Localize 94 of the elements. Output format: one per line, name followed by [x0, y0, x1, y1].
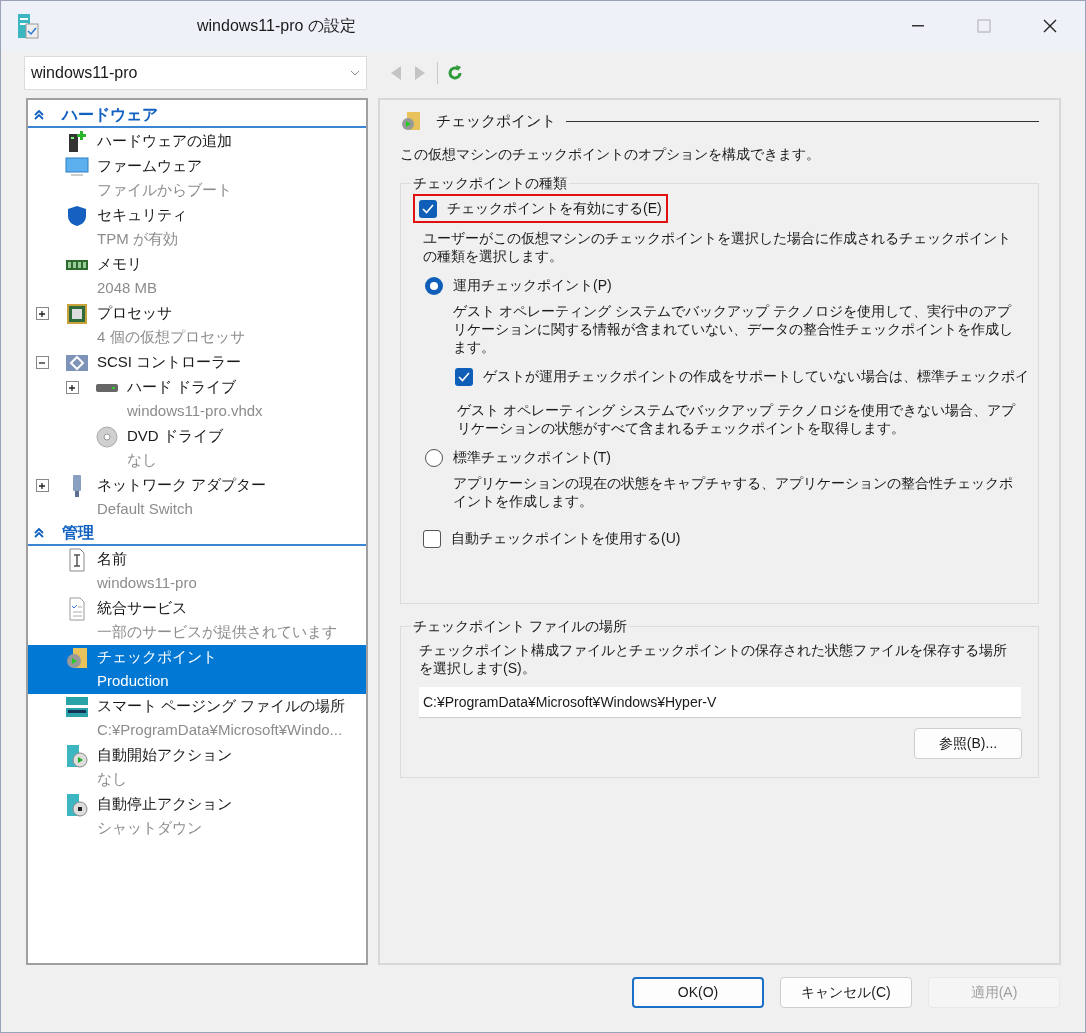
vm-dropdown[interactable]: windows11-pro: [24, 56, 367, 90]
option-label: 標準チェックポイント(T): [453, 448, 611, 467]
item-label: 名前: [97, 549, 127, 570]
item-label: ハード ドライブ: [127, 377, 237, 398]
tree-item[interactable]: ハードウェアの追加: [28, 129, 366, 154]
item-label: セキュリティ: [97, 205, 187, 226]
enable-checkpoints-label: チェックポイントを有効にする(E): [447, 199, 662, 218]
settings-app-icon: [17, 13, 39, 39]
monitor-icon: [65, 154, 89, 179]
item-detail: Default Switch: [96, 499, 194, 519]
item-label: ハードウェアの追加: [97, 131, 232, 152]
tree-item[interactable]: メモリ 2048 MB: [28, 252, 366, 301]
memory-module-icon: [65, 259, 89, 270]
tree-item[interactable]: スマート ページング ファイルの場所 C:¥ProgramData¥Microsoft¥Windo...: [28, 694, 366, 743]
description-text: ゲスト オペレーティング システムでバックアップ テクノロジを使用して、実行中のアプリケーションに関する情報が含まれていない、データの整合性チェックポイントを作成します。: [453, 302, 1014, 356]
expand-icon[interactable]: [36, 479, 49, 492]
minimize-icon: [912, 25, 924, 27]
item-detail: 一部のサービスが提供されています: [96, 622, 338, 642]
description-text: アプリケーションの現在の状態をキャプチャする、アプリケーションの整合性チェックポイントを作成します。: [453, 474, 1014, 510]
automatic-checkpoints-label: 自動チェックポイントを使用する(U): [451, 529, 681, 548]
checkmark-icon: [458, 371, 470, 382]
item-label: SCSI コントローラー: [97, 352, 242, 373]
tree-item[interactable]: 自動開始アクション なし: [28, 743, 366, 792]
radio-button[interactable]: [425, 276, 443, 295]
expand-icon[interactable]: [36, 307, 49, 320]
expand-icon[interactable]: [66, 381, 79, 394]
tree-item[interactable]: 自動停止アクション シャットダウン: [28, 792, 366, 841]
section-header[interactable]: 管理: [28, 522, 366, 546]
browse-button[interactable]: 参照(B)...: [914, 728, 1022, 759]
description-text: ユーザーがこの仮想マシンのチェックポイントを選択した場合に作成されるチェックポイントの種類を選択します。: [423, 229, 1012, 265]
section-header[interactable]: ハードウェア: [28, 104, 366, 128]
item-label: ファームウェア: [97, 156, 202, 177]
collapse-icon[interactable]: [36, 356, 49, 369]
tree-item[interactable]: SCSI コントローラー: [28, 350, 366, 375]
tree-item[interactable]: ネットワーク アダプター Default Switch: [28, 473, 366, 522]
folder-timer-icon: [65, 645, 89, 670]
item-label: チェックポイント: [97, 647, 217, 668]
item-label: プロセッサ: [97, 303, 172, 324]
item-label: DVD ドライブ: [127, 426, 223, 447]
description-text: チェックポイント構成ファイルとチェックポイントの保存された状態ファイルを保存する場所を選択します(S)。: [419, 641, 1008, 677]
disc-icon: [95, 424, 119, 449]
tree-item[interactable]: DVD ドライブ なし: [28, 424, 366, 473]
tree-item[interactable]: セキュリティ TPM が有効: [28, 203, 366, 252]
checkbox[interactable]: [455, 367, 473, 386]
panel-title: チェックポイント: [436, 110, 556, 131]
shield-icon: [65, 203, 89, 228]
tree-item[interactable]: ハード ドライブ windows11-pro.vhdx: [28, 375, 366, 424]
item-detail: 2048 MB: [96, 278, 159, 298]
window-title: windows11-pro の設定: [197, 16, 356, 36]
item-label: 自動停止アクション: [97, 794, 232, 815]
tree-item[interactable]: 統合サービス 一部のサービスが提供されています: [28, 596, 366, 645]
dialog-button[interactable]: キャンセル(C): [780, 977, 912, 1008]
path-field[interactable]: C:¥ProgramData¥Microsoft¥Windows¥Hyper-V: [419, 687, 1021, 718]
item-detail: TPM が有効: [96, 229, 179, 249]
option-label: 運用チェックポイント(P): [453, 276, 612, 295]
tree-item[interactable]: 名前 windows11-pro: [28, 547, 366, 596]
item-label: ネットワーク アダプター: [97, 475, 267, 496]
server-play-icon: [65, 743, 89, 768]
group-legend: チェックポイントの種類: [411, 173, 569, 193]
processor-icon: [65, 301, 89, 326]
item-label: スマート ページング ファイルの場所: [97, 696, 346, 717]
checkbox[interactable]: [419, 199, 437, 218]
chevron-down-icon: [350, 70, 360, 76]
item-detail: なし: [96, 769, 128, 789]
item-detail: シャットダウン: [96, 818, 203, 838]
checkbox[interactable]: [423, 529, 441, 548]
refresh-icon[interactable]: [446, 64, 464, 82]
item-detail: Production: [96, 671, 170, 691]
radio-button[interactable]: [425, 448, 443, 467]
item-detail: windows11-pro.vhdx: [126, 401, 264, 421]
item-label: 統合サービス: [97, 598, 187, 619]
description-text: ゲスト オペレーティング システムでバックアップ テクノロジを使用できない場合、アプリケーションの状態がすべて含まれるチェックポイントを取得します。: [457, 401, 1017, 437]
item-label: メモリ: [97, 254, 142, 275]
tree-item[interactable]: チェックポイント Production: [28, 645, 366, 694]
server-stop-icon: [65, 792, 89, 817]
collapse-chevron-icon: [34, 528, 44, 538]
memory-files-icon: [65, 694, 89, 719]
tree-item[interactable]: プロセッサ 4 個の仮想プロセッサ: [28, 301, 366, 350]
hard-drive-icon: [95, 383, 119, 392]
group-legend: チェックポイント ファイルの場所: [411, 616, 629, 636]
item-detail: windows11-pro: [96, 573, 198, 593]
collapse-chevron-icon: [34, 110, 44, 120]
folder-timer-icon: [400, 110, 422, 132]
checkmark-icon: [422, 203, 434, 214]
fallback-checkbox-label: ゲストが運用チェックポイントの作成をサポートしていない場合は、標準チェックポイ: [483, 367, 1029, 386]
item-detail: ファイルからブート: [96, 180, 233, 200]
item-detail: なし: [126, 450, 158, 470]
intro-text: この仮想マシンのチェックポイントのオプションを構成できます。: [400, 145, 821, 164]
item-detail: C:¥ProgramData¥Microsoft¥Windo...: [96, 720, 344, 740]
item-detail: 4 個の仮想プロセッサ: [96, 327, 246, 347]
close-icon: [1043, 19, 1057, 33]
item-label: 自動開始アクション: [97, 745, 232, 766]
dialog-button[interactable]: OK(O): [632, 977, 764, 1008]
tree-item[interactable]: ファームウェア ファイルからブート: [28, 154, 366, 203]
